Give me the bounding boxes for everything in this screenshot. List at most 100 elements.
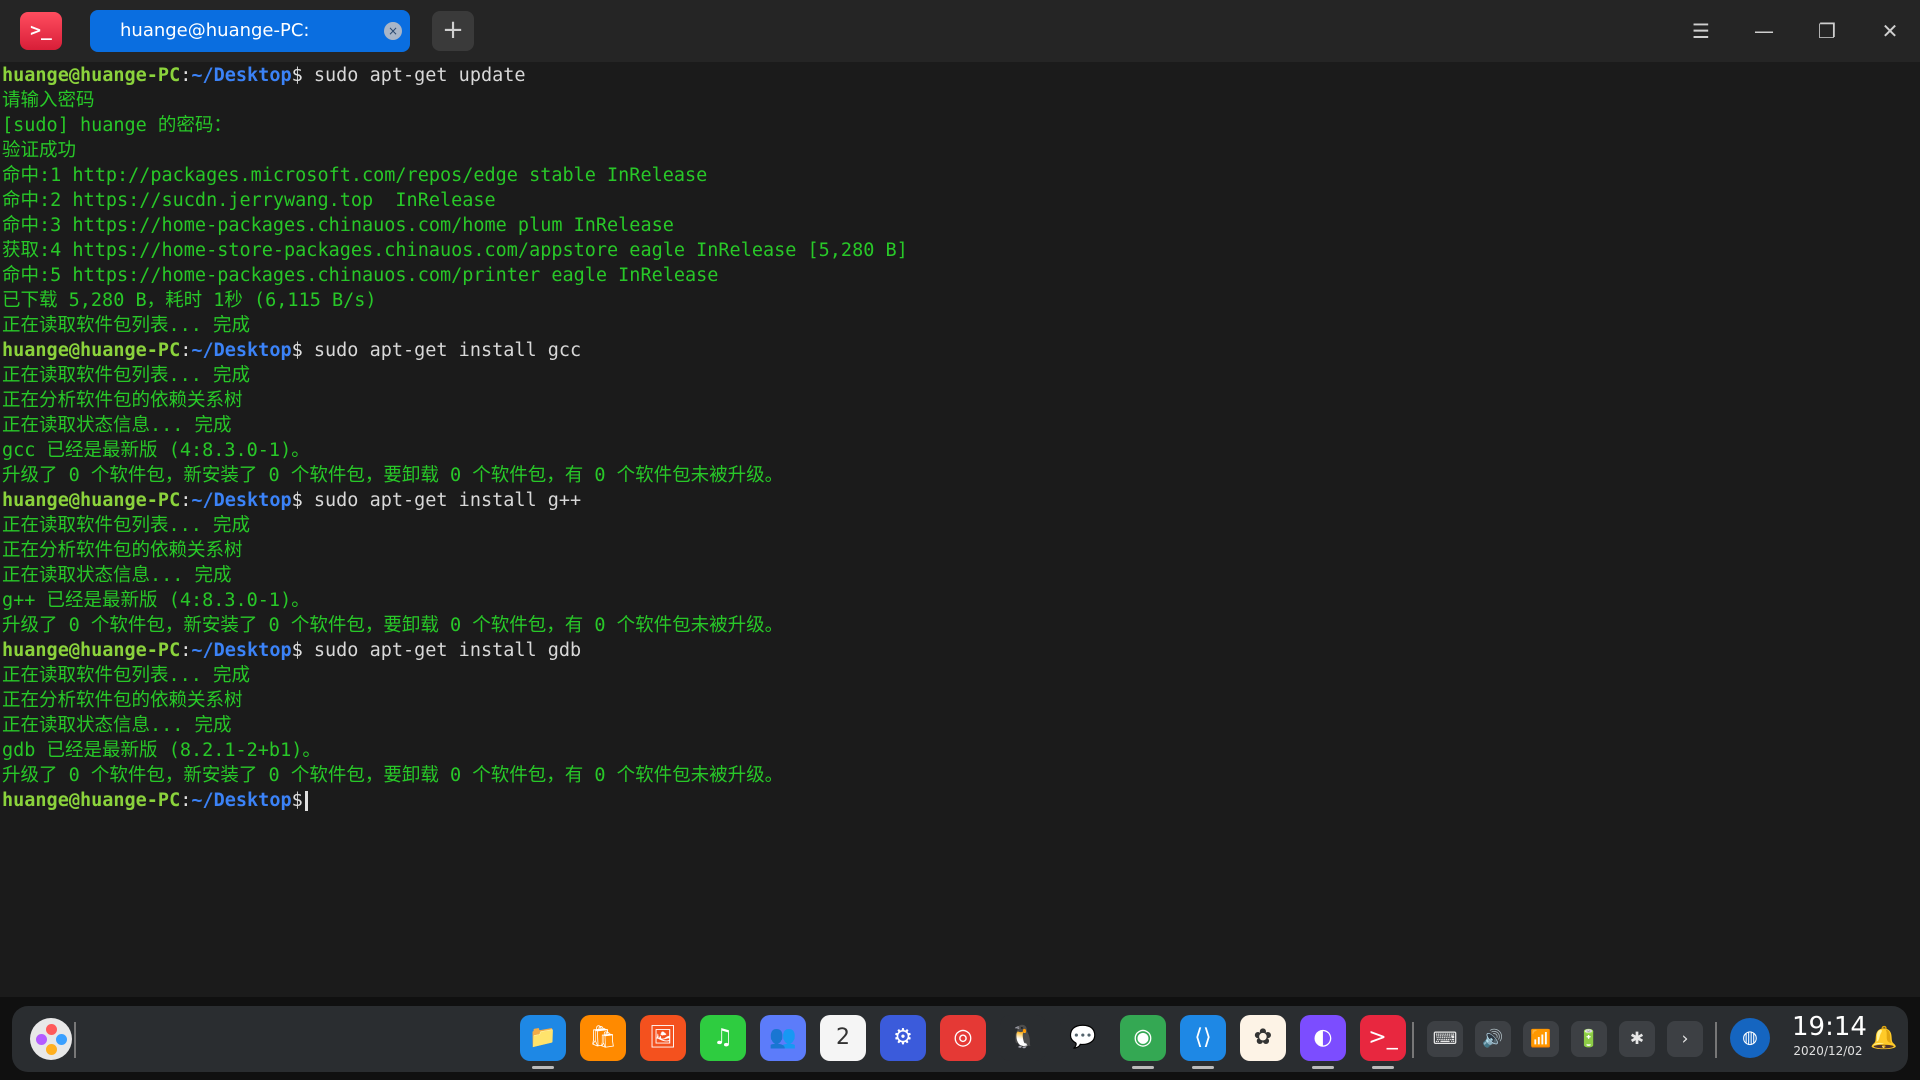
command-text: sudo apt-get update [302,65,526,86]
prompt-user: huange@huange-PC [2,65,181,86]
battery-icon[interactable]: 🔋 [1571,1021,1607,1057]
maximize-button[interactable]: ❐ [1809,14,1845,48]
launcher-petal [46,1044,57,1055]
output-line: 正在读取状态信息... 完成 [2,715,232,736]
close-button[interactable]: ✕ [1872,14,1908,48]
launcher-icon[interactable] [30,1018,72,1060]
launcher-petal [56,1034,67,1045]
output-line: 验证成功 [2,140,77,161]
terminal-app-icon[interactable]: >_ [20,12,62,50]
music-icon[interactable]: ♫ [700,1015,746,1061]
launcher-petal [36,1034,47,1045]
prompt-dollar: $ [291,490,303,511]
prompt-line: huange@huange-PC:~/Desktop$ sudo apt-get… [2,63,526,88]
clock-date: 2020/12/02 [1793,1044,1863,1058]
calendar-icon[interactable]: 2 [820,1015,866,1061]
dock-divider [1412,1022,1414,1058]
output-line: 请输入密码 [2,90,95,111]
prompt-sep: : [180,490,192,511]
output-line: 正在读取状态信息... 完成 [2,415,232,436]
output-line: 命中:5 https://home-packages.chinauos.com/… [2,265,719,286]
command-text: sudo apt-get install gcc [302,340,582,361]
prompt-path: ~/Desktop [191,340,292,361]
output-line: 命中:3 https://home-packages.chinauos.com/… [2,215,674,236]
tab-terminal[interactable]: huange@huange-PC: ~/Desktop × [90,10,410,83]
bluetooth-icon[interactable]: ✱ [1619,1021,1655,1057]
output-line: 正在分析软件包的依赖关系树 [2,540,243,561]
prompt-sep: : [180,640,192,661]
file-manager-icon[interactable]: 📁 [520,1015,566,1061]
output-line: 获取:4 https://home-store-packages.chinauo… [2,240,908,261]
keyboard-icon[interactable]: ⌨ [1427,1021,1463,1057]
output-line: gdb 已经是最新版 (8.2.1-2+b1)。 [2,740,321,761]
terminal-output[interactable]: huange@huange-PC:~/Desktop$ sudo apt-get… [0,62,1920,997]
output-line: 正在读取软件包列表... 完成 [2,315,251,336]
output-line: 正在分析软件包的依赖关系树 [2,390,243,411]
output-line: 正在读取软件包列表... 完成 [2,665,251,686]
app-store-icon[interactable]: 🛍 [580,1015,626,1061]
terminal-icon[interactable]: >_ [1360,1015,1406,1061]
output-line: 命中:2 https://sucdn.jerrywang.top InRelea… [2,190,496,211]
running-indicator [1312,1066,1334,1069]
browser-icon[interactable]: ◐ [1300,1015,1346,1061]
output-line: gcc 已经是最新版 (4:8.3.0-1)。 [2,440,310,461]
prompt-line: huange@huange-PC:~/Desktop$ sudo apt-get… [2,338,581,363]
minimize-button[interactable]: — [1746,14,1782,48]
launcher-petal [46,1024,57,1035]
prompt-path: ~/Desktop [191,640,292,661]
menu-icon[interactable]: ☰ [1683,14,1719,48]
contacts-icon[interactable]: 👥 [760,1015,806,1061]
prompt-sep: : [180,340,192,361]
command-text: sudo apt-get install gdb [302,640,582,661]
expand-tray-icon[interactable]: › [1667,1021,1703,1057]
prompt-line[interactable]: huange@huange-PC:~/Desktop$ [2,788,308,813]
prompt-dollar: $ [291,65,303,86]
chrome-icon[interactable]: ◉ [1120,1015,1166,1061]
output-line: 正在读取软件包列表... 完成 [2,515,251,536]
vscode-icon[interactable]: ⟨⟩ [1180,1015,1226,1061]
title-bar: >_ huange@huange-PC: ~/Desktop × + ☰ — ❐… [0,0,1920,83]
clock-time[interactable]: 19:14 [1792,1012,1867,1042]
output-line: 升级了 0 个软件包，新安装了 0 个软件包，要卸载 0 个软件包，有 0 个软… [2,765,784,786]
text-cursor [304,791,308,811]
dock-divider [74,1022,76,1058]
draw-icon[interactable]: ✿ [1240,1015,1286,1061]
image-viewer-icon[interactable]: 🖼 [640,1015,686,1061]
output-line: 正在分析软件包的依赖关系树 [2,690,243,711]
running-indicator [532,1066,554,1069]
notification-icon[interactable]: 🔔 [1864,1017,1904,1061]
control-center-icon[interactable]: ⚙ [880,1015,926,1061]
running-indicator [1132,1066,1154,1069]
netease-music-icon[interactable]: ◎ [940,1015,986,1061]
running-indicator [1372,1066,1394,1069]
prompt-user: huange@huange-PC [2,790,181,811]
assistant-icon[interactable]: ◍ [1730,1018,1770,1058]
tab-close-icon[interactable]: × [384,22,402,40]
output-line: 升级了 0 个软件包，新安装了 0 个软件包，要卸载 0 个软件包，有 0 个软… [2,615,784,636]
output-line: g++ 已经是最新版 (4:8.3.0-1)。 [2,590,310,611]
prompt-dollar: $ [291,340,303,361]
wechat-icon[interactable]: 💬 [1060,1015,1106,1061]
volume-icon[interactable]: 🔊 [1475,1021,1511,1057]
prompt-sep: : [180,65,192,86]
output-line: 升级了 0 个软件包，新安装了 0 个软件包，要卸载 0 个软件包，有 0 个软… [2,465,784,486]
dock-divider [1715,1022,1717,1058]
command-text: sudo apt-get install g++ [302,490,582,511]
running-indicator [1192,1066,1214,1069]
output-line: 正在读取状态信息... 完成 [2,565,232,586]
prompt-user: huange@huange-PC [2,490,181,511]
prompt-line: huange@huange-PC:~/Desktop$ sudo apt-get… [2,638,581,663]
output-line: 正在读取软件包列表... 完成 [2,365,251,386]
prompt-path: ~/Desktop [191,65,292,86]
output-line: 已下载 5,280 B，耗时 1秒 (6,115 B/s) [2,290,377,311]
prompt-path: ~/Desktop [191,490,292,511]
new-tab-button[interactable]: + [432,11,474,51]
dock: ◍ 19:14 2020/12/02 🔔 📁 🛍 🖼 ♫ 👥 2 ⚙ ◎ 🐧 💬 ◉ ⟨⟩ ✿ ◐ >_ ⌨ 🔊… [12,1006,1908,1072]
qq-icon[interactable]: 🐧 [1000,1015,1046,1061]
prompt-line: huange@huange-PC:~/Desktop$ sudo apt-get… [2,488,581,513]
prompt-user: huange@huange-PC [2,640,181,661]
wifi-icon[interactable]: 📶 [1523,1021,1559,1057]
output-line: [sudo] huange 的密码： [2,115,232,136]
output-line: 命中:1 http://packages.microsoft.com/repos… [2,165,708,186]
prompt-dollar: $ [291,640,303,661]
